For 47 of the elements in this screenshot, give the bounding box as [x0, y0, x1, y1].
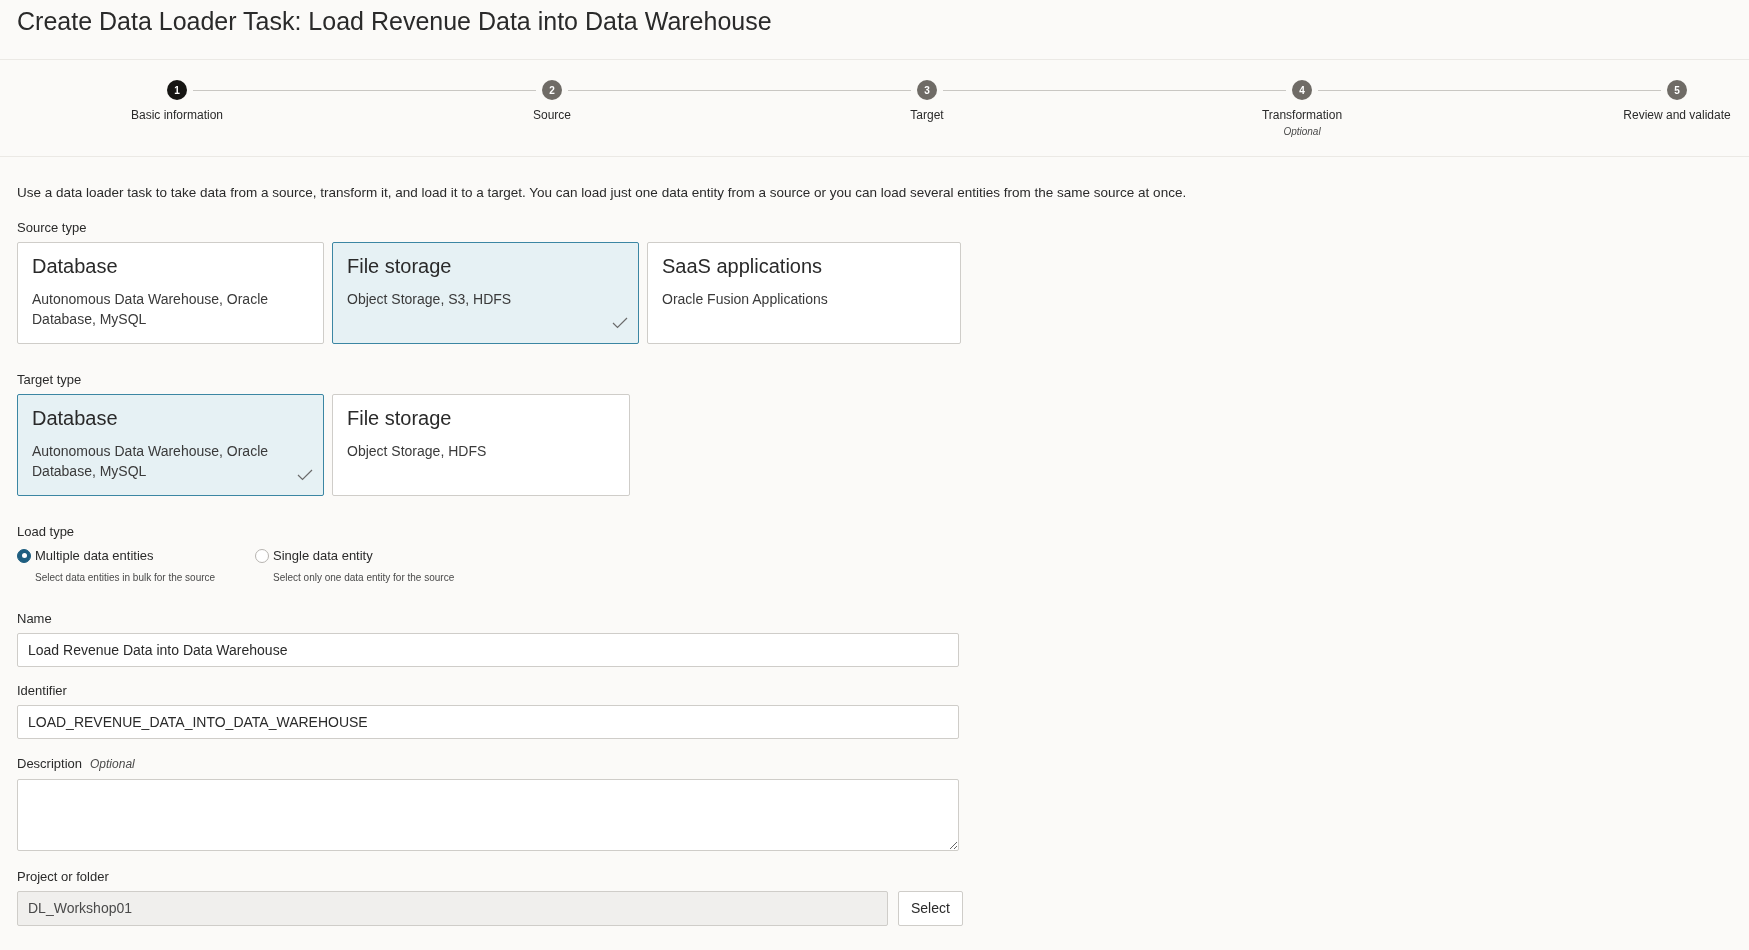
field-label: Target type	[17, 372, 83, 388]
field-label: Identifier	[17, 682, 68, 699]
option-title: File storage	[347, 406, 453, 431]
step-label: Transformation	[1261, 107, 1343, 124]
option-description: Autonomous Data Warehouse, Oracle Database, MySQL	[32, 442, 270, 481]
radio-button[interactable]	[17, 548, 31, 563]
option-card[interactable]: SaaS applications Oracle Fusion Applications	[647, 242, 961, 344]
radio-option[interactable]: Single data entity	[255, 546, 475, 566]
step-sublabel: Optional	[1283, 125, 1321, 139]
radio-hint: Select data entities in bulk for the source	[35, 570, 217, 585]
field-label: Name	[17, 610, 53, 627]
field-label: Load type	[17, 524, 76, 540]
step-number[interactable]: 3	[917, 80, 937, 100]
checkmark-icon	[297, 469, 313, 481]
step-label: Basic information	[131, 107, 224, 124]
intro-text: Use a data loader task to take data from a source, transform it, and load it to a target. You can load just one data entity from a source or you can load several entities from the same source at once.	[17, 184, 1188, 202]
step-number[interactable]: 4	[1292, 80, 1312, 100]
step-number[interactable]: 5	[1667, 80, 1687, 100]
option-description: Oracle Fusion Applications	[662, 290, 829, 309]
option-description: Autonomous Data Warehouse, Oracle Database, MySQL	[32, 290, 270, 329]
field-label: Description	[17, 755, 83, 772]
checkmark-icon	[612, 317, 628, 329]
radio-button[interactable]	[255, 548, 269, 563]
option-description: Object Storage, S3, HDFS	[347, 290, 513, 309]
option-title: Database	[32, 406, 119, 431]
option-card[interactable]: Database Autonomous Data Warehouse, Oracle Database, MySQL	[17, 394, 324, 496]
step-label: Target	[910, 107, 944, 124]
field-label: Source type	[17, 220, 88, 236]
step-number[interactable]: 1	[167, 80, 187, 100]
identifier-field[interactable]: LOAD_REVENUE_DATA_INTO_DATA_WAREHOUSE	[17, 704, 959, 739]
option-card[interactable]: File storage Object Storage, S3, HDFS	[332, 242, 639, 344]
optional-label: Optional	[90, 755, 135, 773]
option-card[interactable]: Database Autonomous Data Warehouse, Oracle Database, MySQL	[17, 242, 324, 344]
step-number[interactable]: 2	[542, 80, 562, 100]
field-label: Project or folder	[17, 868, 110, 885]
radio-hint: Select only one data entity for the source	[273, 570, 456, 585]
option-title: File storage	[347, 254, 453, 279]
step-label: Review and validate	[1623, 107, 1731, 124]
description-field[interactable]	[17, 778, 959, 851]
option-title: SaaS applications	[662, 254, 824, 279]
option-card[interactable]: File storage Object Storage, HDFS	[332, 394, 630, 496]
option-title: Database	[32, 254, 119, 279]
step-label: Source	[533, 107, 571, 124]
option-description: Object Storage, HDFS	[347, 442, 488, 461]
name-field[interactable]: Load Revenue Data into Data Warehouse	[17, 632, 959, 667]
page-title: Create Data Loader Task: Load Revenue Data into Data Warehouse	[17, 6, 773, 36]
radio-option[interactable]: Multiple data entities	[17, 546, 237, 566]
